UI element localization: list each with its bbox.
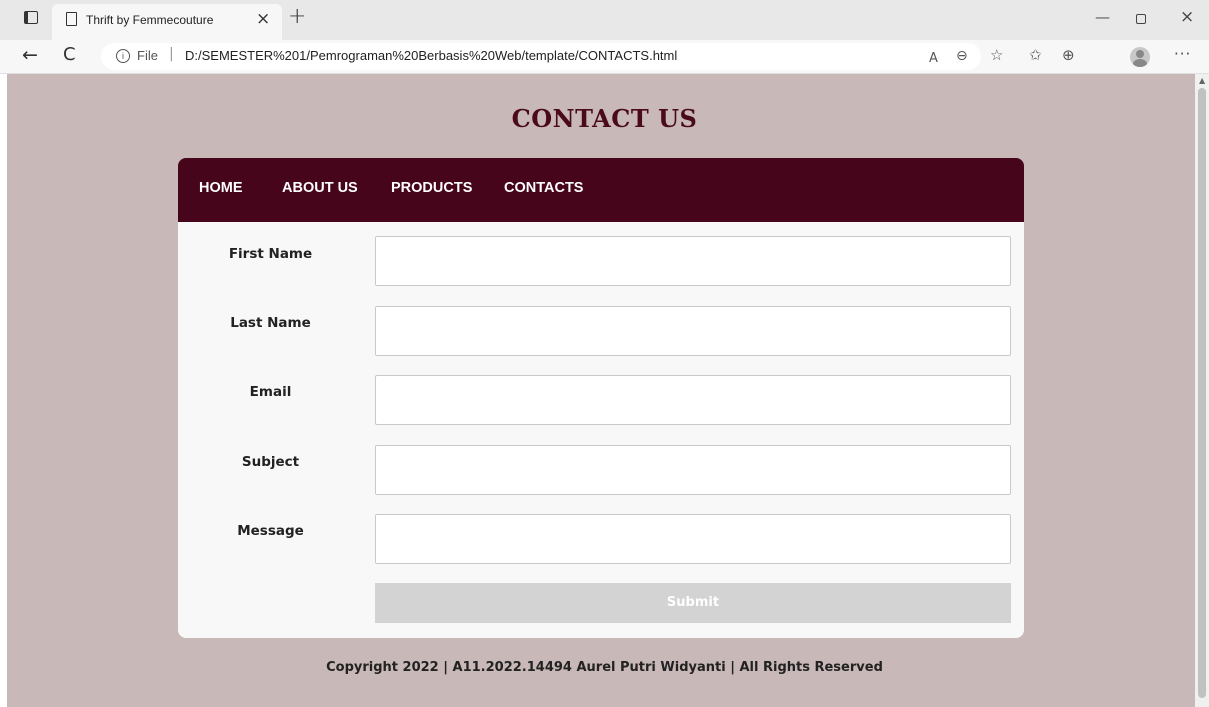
tab-close-icon[interactable]: × (256, 9, 270, 29)
nav-about-us[interactable]: ABOUT US (282, 180, 358, 196)
footer-copyright: Copyright 2022 | A11.2022.14494 Aurel Pu… (326, 660, 883, 675)
refresh-icon[interactable]: C (63, 44, 76, 65)
collections-icon[interactable]: ⊕ (1062, 46, 1075, 64)
email-input[interactable] (375, 375, 1011, 425)
message-input[interactable] (375, 514, 1011, 564)
message-label: Message (237, 523, 304, 539)
address-bar[interactable]: i File | D:/SEMESTER%201/Pemrograman%20B… (101, 43, 981, 70)
page-icon (66, 12, 77, 26)
subject-input[interactable] (375, 445, 1011, 495)
read-aloud-icon[interactable]: A (929, 51, 938, 66)
address-file-label: File (137, 48, 158, 63)
email-label: Email (249, 384, 292, 400)
info-icon[interactable]: i (116, 49, 130, 63)
browser-tab[interactable]: Thrift by Femmecouture × (52, 4, 282, 40)
subject-label: Subject (241, 454, 300, 470)
contact-form: First Name Last Name Email Subject Messa… (178, 222, 1024, 638)
page-title: CONTACT US (511, 104, 698, 133)
last-name-input[interactable] (375, 306, 1011, 356)
scroll-up-icon[interactable]: ▲ (1199, 76, 1205, 85)
favorite-star-icon[interactable]: ☆ (990, 46, 1003, 64)
browser-toolbar: ← C i File | D:/SEMESTER%201/Pemrograman… (0, 40, 1209, 74)
submit-button[interactable]: Submit (375, 583, 1011, 623)
nav-products[interactable]: PRODUCTS (391, 180, 472, 196)
browser-tab-bar: Thrift by Femmecouture × + — × (0, 0, 1209, 40)
last-name-label: Last Name (230, 315, 311, 331)
tab-actions-icon[interactable] (24, 11, 38, 24)
window-close-icon[interactable]: × (1180, 7, 1194, 27)
favorites-list-icon[interactable]: ✩ (1029, 46, 1042, 64)
address-separator: | (169, 46, 174, 62)
vertical-scrollbar[interactable]: ▲ (1195, 74, 1209, 707)
zoom-icon[interactable]: ⊖ (956, 48, 968, 64)
tab-title: Thrift by Femmecouture (86, 13, 214, 27)
first-name-input[interactable] (375, 236, 1011, 286)
back-arrow-icon[interactable]: ← (22, 44, 38, 66)
maximize-icon[interactable] (1136, 14, 1146, 24)
new-tab-icon[interactable]: + (288, 4, 306, 29)
site-navbar: HOME ABOUT US PRODUCTS CONTACTS (178, 158, 1024, 222)
first-name-label: First Name (228, 246, 313, 262)
scroll-thumb[interactable] (1198, 88, 1206, 698)
address-url[interactable]: D:/SEMESTER%201/Pemrograman%20Berbasis%2… (185, 48, 677, 63)
more-menu-icon[interactable]: ··· (1174, 45, 1191, 63)
profile-avatar[interactable] (1130, 47, 1150, 67)
nav-contacts[interactable]: CONTACTS (504, 180, 583, 196)
minimize-icon[interactable]: — (1095, 8, 1110, 26)
nav-home[interactable]: HOME (199, 180, 243, 196)
page-viewport: CONTACT US HOME ABOUT US PRODUCTS CONTAC… (0, 74, 1195, 707)
